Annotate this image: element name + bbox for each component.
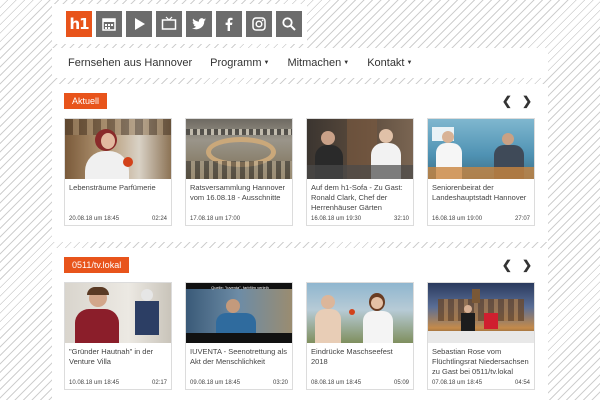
video-title: Auf dem h1-Sofa - Zu Gast: Ronald Clark,… (311, 183, 403, 212)
nav-label: Mitmachen (287, 57, 342, 69)
nav-label: Programm (210, 57, 262, 69)
video-duration: 32:10 (393, 216, 409, 222)
video-thumbnail (65, 119, 171, 179)
video-title: Seniorenbeirat der Landeshauptstadt Hann… (432, 183, 527, 202)
video-title: Ratsversammlung Hannover vom 16.08.18 - … (190, 183, 286, 202)
video-card[interactable]: Ratsversammlung Hannover vom 16.08.18 - … (185, 118, 293, 226)
video-card[interactable]: Seniorenbeirat der Landeshauptstadt Hann… (427, 118, 535, 226)
video-date: 10.08.18 um 18:45 (69, 380, 120, 386)
tv-icon[interactable] (156, 11, 182, 37)
video-card[interactable]: Eindrücke Maschseefest 2018 08.08.18 um … (306, 282, 414, 390)
video-date: 08.08.18 um 18:45 (311, 380, 362, 386)
nav-label: Fernsehen aus Hannover (68, 57, 193, 69)
video-duration: 02:17 (151, 380, 167, 386)
video-date: 09.08.18 um 18:45 (190, 380, 241, 386)
facebook-icon[interactable] (216, 11, 242, 37)
video-title: Lebensträume Parfümerie (69, 183, 156, 192)
video-date: 16.08.18 um 19:30 (311, 216, 362, 222)
calendar-icon[interactable] (96, 11, 122, 37)
video-thumbnail (307, 283, 413, 343)
video-duration: 04:54 (514, 380, 530, 386)
section-aktuell: Aktuell ❮ ❯ Lebensträume Parfümerie 20.0… (52, 84, 548, 242)
video-thumbnail (186, 119, 292, 179)
video-card[interactable]: Auf dem h1-Sofa - Zu Gast: Ronald Clark,… (306, 118, 414, 226)
caret-down-icon: ▼ (343, 60, 350, 66)
chevron-left-icon[interactable]: ❮ (502, 258, 512, 272)
video-date: 07.08.18 um 18:45 (432, 380, 483, 386)
video-duration: 27:07 (514, 216, 530, 222)
video-card[interactable]: "Gründer Hautnah" in der Venture Villa 1… (64, 282, 172, 390)
instagram-icon[interactable] (246, 11, 272, 37)
chevron-right-icon[interactable]: ❯ (522, 94, 532, 108)
twitter-icon[interactable] (186, 11, 212, 37)
chevron-right-icon[interactable]: ❯ (522, 258, 532, 272)
nav-item-programm[interactable]: Programm ▼ (210, 57, 269, 69)
nav-item-mitmachen[interactable]: Mitmachen ▼ (287, 57, 349, 69)
video-title: IUVENTA - Seenotrettung als Akt der Mens… (190, 347, 287, 366)
video-card[interactable]: Quelle: "iuventa", farbfilm verleih IUVE… (185, 282, 293, 390)
video-thumbnail (428, 283, 534, 343)
video-title: Eindrücke Maschseefest 2018 (311, 347, 393, 366)
caret-down-icon: ▼ (406, 60, 413, 66)
caret-down-icon: ▼ (263, 60, 270, 66)
video-overlay-caption: Quelle: "iuventa", farbfilm verleih (211, 285, 269, 290)
video-date: 17.08.18 um 17:00 (190, 216, 241, 222)
nav-label: Kontakt (367, 57, 405, 69)
video-card[interactable]: Lebensträume Parfümerie 20.08.18 um 18:4… (64, 118, 172, 226)
video-thumbnail (65, 283, 171, 343)
nav-item-fernsehen[interactable]: Fernsehen aus Hannover (68, 57, 192, 69)
video-card[interactable]: Sebastian Rose vom Flüchtlingsrat Nieder… (427, 282, 535, 390)
section-badge[interactable]: 0511/tv.lokal (64, 257, 130, 273)
main-nav: Fernsehen aus Hannover Programm ▼ Mitmach… (52, 48, 548, 78)
chevron-left-icon[interactable]: ❮ (502, 94, 512, 108)
top-icon-bar: h1 (52, 4, 307, 44)
section-badge[interactable]: Aktuell (64, 93, 108, 109)
section-tv-lokal: 0511/tv.lokal ❮ ❯ "Gründer Hautnah" in d… (52, 248, 548, 400)
video-date: 16.08.18 um 19:00 (432, 216, 483, 222)
video-thumbnail (428, 119, 534, 179)
video-duration: 03:20 (272, 380, 288, 386)
h1-logo[interactable]: h1 (66, 11, 92, 37)
video-title: Sebastian Rose vom Flüchtlingsrat Nieder… (432, 347, 529, 376)
video-thumbnail: Quelle: "iuventa", farbfilm verleih (186, 283, 292, 343)
video-thumbnail (307, 119, 413, 179)
video-title: "Gründer Hautnah" in der Venture Villa (69, 347, 154, 366)
search-icon[interactable] (276, 11, 302, 37)
video-duration: 05:09 (393, 380, 409, 386)
video-date: 20.08.18 um 18:45 (69, 216, 120, 222)
play-icon[interactable] (126, 11, 152, 37)
nav-item-kontakt[interactable]: Kontakt ▼ (367, 57, 412, 69)
video-duration: 02:24 (151, 216, 167, 222)
